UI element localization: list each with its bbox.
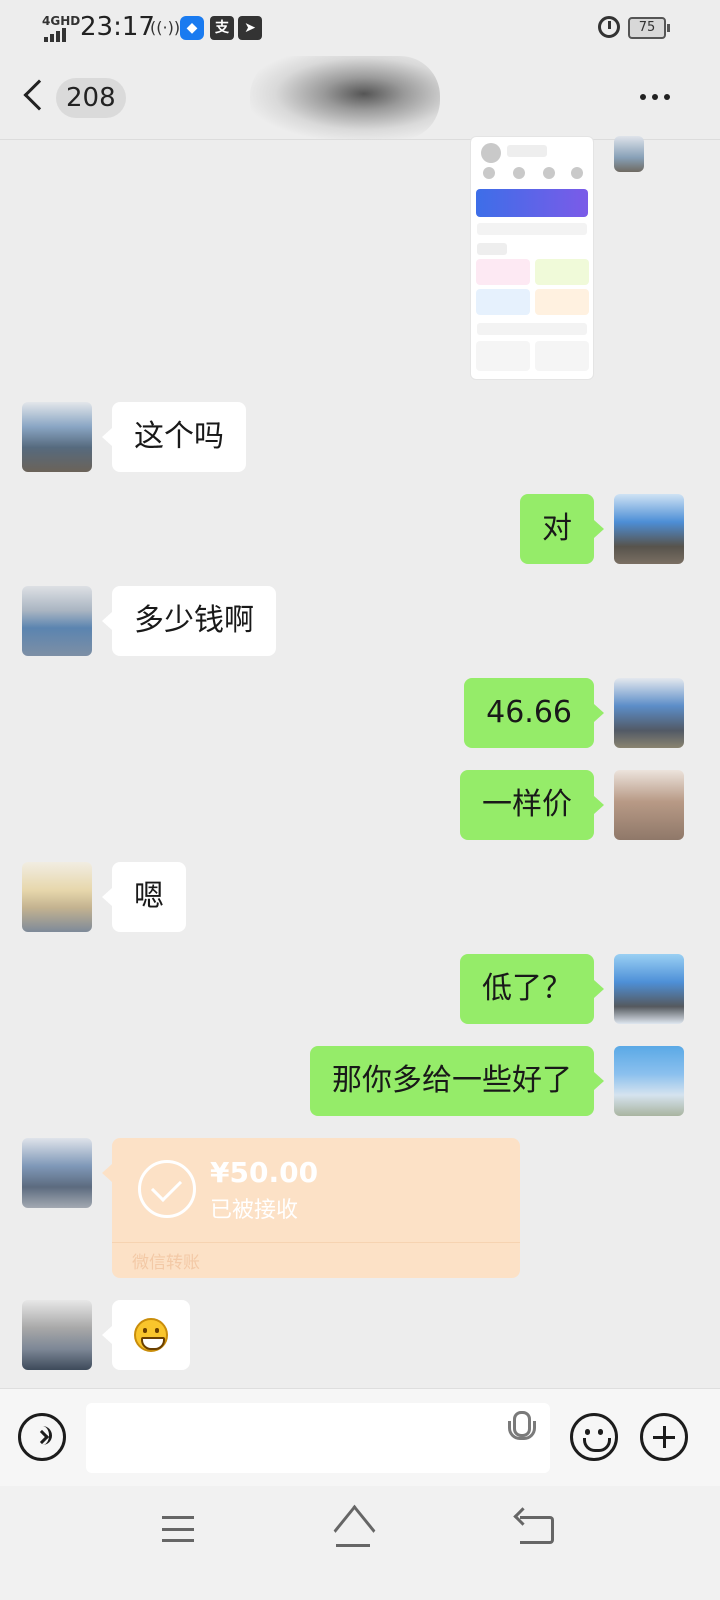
alarm-icon bbox=[598, 16, 620, 38]
system-nav-bar bbox=[0, 1486, 720, 1600]
more-options-icon[interactable] bbox=[640, 94, 670, 100]
menu-icon[interactable] bbox=[162, 1516, 194, 1542]
back-icon[interactable] bbox=[23, 79, 55, 111]
transfer-amount: ¥50.00 bbox=[210, 1156, 319, 1189]
my-avatar[interactable] bbox=[614, 770, 684, 840]
app-notification-icon: ◆ bbox=[180, 16, 204, 40]
outgoing-message[interactable]: 一样价 bbox=[460, 770, 604, 840]
microphone-icon[interactable] bbox=[508, 1411, 536, 1445]
battery-icon: 75 bbox=[628, 17, 670, 39]
my-avatar[interactable] bbox=[614, 494, 684, 564]
hotspot-icon: ((·)) bbox=[150, 18, 181, 37]
emoji-message[interactable] bbox=[102, 1300, 190, 1370]
chat-header: 208 bbox=[0, 56, 720, 140]
alipay-icon: 支 bbox=[210, 16, 234, 40]
network-type: 4GHD bbox=[42, 14, 81, 28]
incoming-message[interactable]: 这个吗 bbox=[102, 402, 246, 472]
contact-avatar[interactable] bbox=[22, 402, 92, 472]
chat-title-redacted bbox=[250, 56, 440, 140]
incoming-message[interactable]: 多少钱啊 bbox=[102, 586, 276, 656]
input-bar bbox=[0, 1388, 720, 1486]
my-avatar[interactable] bbox=[614, 678, 684, 748]
contact-avatar[interactable] bbox=[22, 586, 92, 656]
check-circle-icon bbox=[138, 1160, 196, 1218]
outgoing-message[interactable]: 低了？ bbox=[460, 954, 604, 1024]
return-icon[interactable] bbox=[520, 1516, 554, 1544]
status-time: 23:17 bbox=[80, 12, 155, 42]
home-icon[interactable] bbox=[330, 1510, 376, 1547]
contact-avatar[interactable] bbox=[22, 1138, 92, 1208]
image-message-screenshot[interactable] bbox=[470, 136, 594, 380]
outgoing-message[interactable]: 46.66 bbox=[464, 678, 604, 748]
grin-emoji-icon bbox=[134, 1318, 168, 1352]
status-bar: 4GHD 23:17 ((·)) ◆ 支 ➤ 75 bbox=[0, 0, 720, 56]
my-avatar[interactable] bbox=[614, 1046, 684, 1116]
contact-avatar[interactable] bbox=[22, 862, 92, 932]
transfer-status: 已被接收 bbox=[210, 1198, 299, 1223]
signal-icon: 4GHD bbox=[40, 14, 80, 42]
my-avatar[interactable] bbox=[614, 136, 644, 172]
message-input[interactable] bbox=[86, 1403, 550, 1473]
transfer-card[interactable]: ¥50.00 已被接收 微信转账 bbox=[102, 1138, 520, 1278]
plus-icon[interactable] bbox=[640, 1413, 688, 1461]
my-avatar[interactable] bbox=[614, 954, 684, 1024]
telegram-icon: ➤ bbox=[238, 16, 262, 40]
incoming-message[interactable]: 嗯 bbox=[102, 862, 186, 932]
contact-avatar[interactable] bbox=[22, 1300, 92, 1370]
outgoing-message[interactable]: 那你多给一些好了 bbox=[310, 1046, 604, 1116]
voice-input-icon[interactable] bbox=[18, 1413, 66, 1461]
transfer-label: 微信转账 bbox=[132, 1253, 200, 1273]
emoji-icon[interactable] bbox=[570, 1413, 618, 1461]
divider bbox=[112, 1242, 520, 1243]
outgoing-message[interactable]: 对 bbox=[520, 494, 604, 564]
unread-count-badge[interactable]: 208 bbox=[56, 78, 126, 118]
